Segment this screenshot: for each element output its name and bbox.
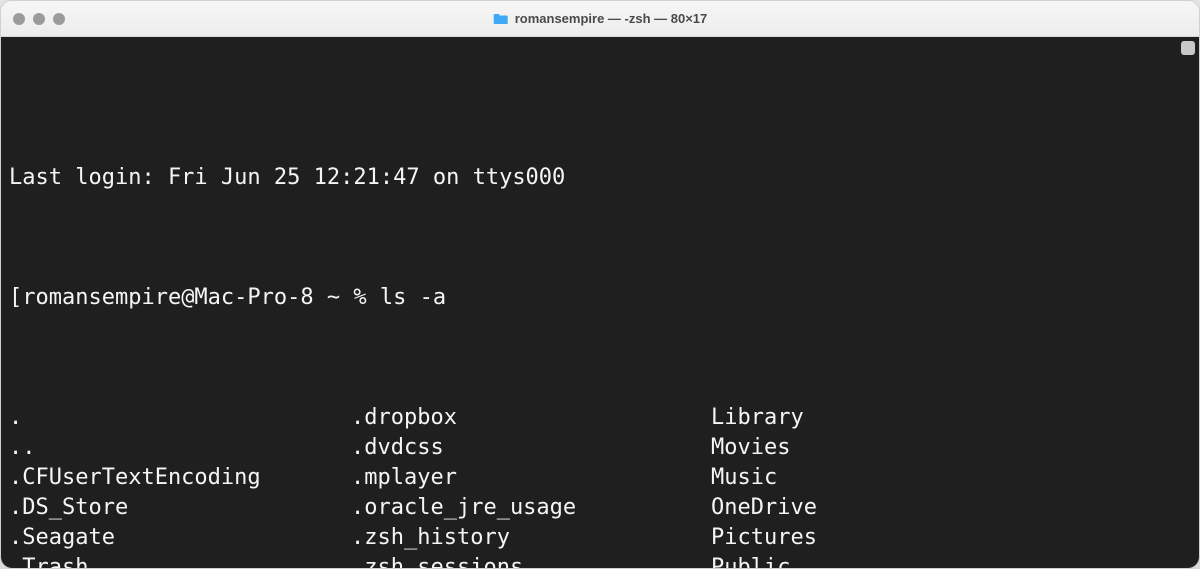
minimize-button[interactable] bbox=[33, 13, 45, 25]
ls-entry: .mplayer bbox=[351, 463, 711, 493]
ls-entry: Music bbox=[711, 463, 1071, 493]
ls-entry: .dropbox bbox=[351, 403, 711, 433]
ls-row: .CFUserTextEncoding.mplayerMusic bbox=[9, 463, 1191, 493]
ls-entry: OneDrive bbox=[711, 493, 1071, 523]
ls-entry: .Seagate bbox=[9, 523, 351, 553]
close-button[interactable] bbox=[13, 13, 25, 25]
ls-output: ..dropboxLibrary...dvdcssMovies.CFUserTe… bbox=[9, 403, 1191, 568]
ls-entry: .DS_Store bbox=[9, 493, 351, 523]
ls-entry: .CFUserTextEncoding bbox=[9, 463, 351, 493]
ls-row: .Seagate.zsh_historyPictures bbox=[9, 523, 1191, 553]
ls-row: .Trash.zsh_sessionsPublic bbox=[9, 553, 1191, 568]
ls-row: ...dvdcssMovies bbox=[9, 433, 1191, 463]
ls-entry: Pictures bbox=[711, 523, 1071, 553]
ls-entry: Library bbox=[711, 403, 1071, 433]
terminal-viewport[interactable]: Last login: Fri Jun 25 12:21:47 on ttys0… bbox=[1, 37, 1199, 568]
scrollbar-track[interactable] bbox=[1183, 39, 1197, 566]
window-title: romansempire — -zsh — 80×17 bbox=[493, 11, 708, 26]
terminal-window: romansempire — -zsh — 80×17 Last login: … bbox=[0, 0, 1200, 569]
titlebar[interactable]: romansempire — -zsh — 80×17 bbox=[1, 1, 1199, 37]
ls-entry: Movies bbox=[711, 433, 1071, 463]
folder-icon bbox=[493, 13, 509, 25]
ls-row: ..dropboxLibrary bbox=[9, 403, 1191, 433]
ls-entry: .zsh_history bbox=[351, 523, 711, 553]
zoom-button[interactable] bbox=[53, 13, 65, 25]
ls-entry: .. bbox=[9, 433, 351, 463]
command-text: ls -a bbox=[380, 285, 446, 310]
ls-entry: .zsh_sessions bbox=[351, 553, 711, 568]
ls-entry: . bbox=[9, 403, 351, 433]
window-title-text: romansempire — -zsh — 80×17 bbox=[515, 11, 708, 26]
scrollbar-thumb[interactable] bbox=[1181, 41, 1195, 55]
ls-entry: Public bbox=[711, 553, 1071, 568]
window-controls bbox=[13, 13, 65, 25]
prompt-line-1: [romansempire@Mac-Pro-8 ~ % ls -a bbox=[9, 283, 1191, 313]
ls-row: .DS_Store.oracle_jre_usageOneDrive bbox=[9, 493, 1191, 523]
last-login-line: Last login: Fri Jun 25 12:21:47 on ttys0… bbox=[9, 163, 1191, 193]
ls-entry: .dvdcss bbox=[351, 433, 711, 463]
ls-entry: .oracle_jre_usage bbox=[351, 493, 711, 523]
ls-entry: .Trash bbox=[9, 553, 351, 568]
